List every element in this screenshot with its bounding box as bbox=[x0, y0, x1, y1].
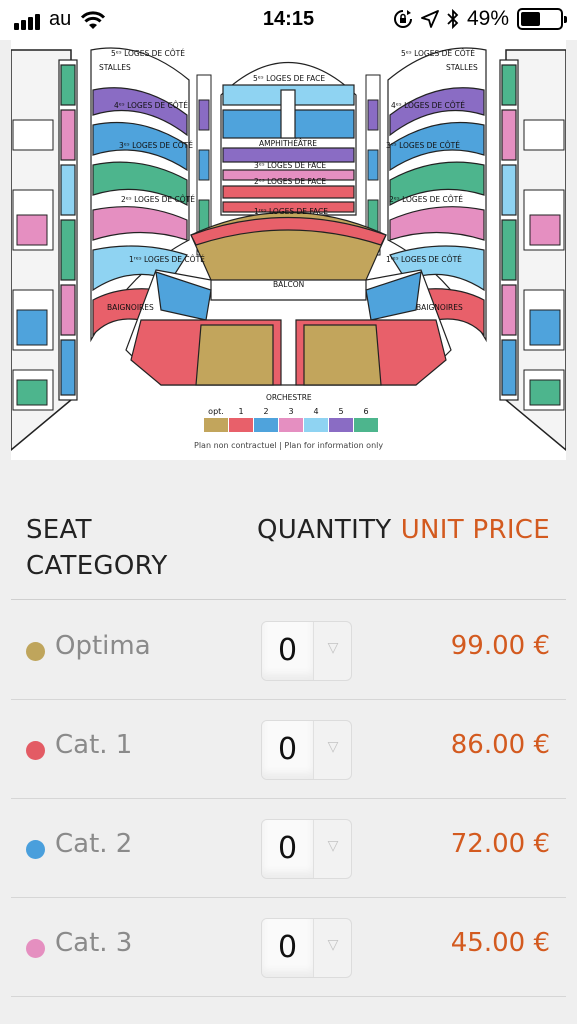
table-row: Cat. 3 0 ▽ 45.00 € bbox=[11, 898, 566, 997]
category-name: Cat. 2 bbox=[55, 829, 133, 859]
quantity-value: 0 bbox=[262, 622, 314, 680]
quantity-value: 0 bbox=[262, 721, 314, 779]
label-loges-cote-1: 1ʳᵉˢ LOGES DE CÔTÉ bbox=[129, 255, 205, 264]
legend-swatch bbox=[354, 418, 378, 432]
label-loges-cote-1-right: 1ʳᵉˢ LOGES DE CÔTÉ bbox=[386, 255, 462, 264]
header-seat-category: SEAT CATEGORY bbox=[26, 515, 168, 581]
legend-label: 2 bbox=[263, 407, 268, 416]
label-loges-cote-3: 3ᵉˢ LOGES DE CÔTÉ bbox=[119, 141, 193, 150]
unit-price: 72.00 € bbox=[450, 829, 550, 859]
rotation-lock-icon bbox=[394, 10, 412, 28]
seat-map: 5ᵉˢ LOGES DE CÔTÉ STALLES 4ᵉˢ LOGES DE C… bbox=[11, 40, 566, 460]
label-loges-cote-5-right: 5ᵉˢ LOGES DE CÔTÉ bbox=[401, 49, 475, 58]
label-loges-cote-4-right: 4ᵉˢ LOGES DE CÔTÉ bbox=[391, 101, 465, 110]
label-loges-cote-4: 4ᵉˢ LOGES DE CÔTÉ bbox=[114, 101, 188, 110]
header-quantity: QUANTITY bbox=[257, 515, 392, 545]
category-color-dot bbox=[26, 741, 45, 760]
chevron-down-icon: ▽ bbox=[327, 838, 339, 854]
chevron-down-icon: ▽ bbox=[327, 640, 339, 656]
label-loges-cote-2-right: 2ᵉˢ LOGES DE CÔTÉ bbox=[389, 195, 463, 204]
plan-disclaimer: Plan non contractuel | Plan for informat… bbox=[194, 441, 383, 450]
legend-label: 6 bbox=[363, 407, 368, 416]
legend-swatch bbox=[229, 418, 253, 432]
label-stalles-left: STALLES bbox=[99, 63, 131, 72]
quantity-select-cat-1[interactable]: 0 ▽ bbox=[261, 720, 352, 780]
category-legend: opt. 1 2 3 4 5 6 bbox=[204, 407, 378, 432]
table-row: Cat. 2 0 ▽ 72.00 € bbox=[11, 799, 566, 898]
legend-swatch bbox=[329, 418, 353, 432]
legend-label: 5 bbox=[338, 407, 343, 416]
unit-price: 86.00 € bbox=[450, 730, 550, 760]
header-unit-price: UNIT PRICE bbox=[400, 515, 550, 545]
battery-icon bbox=[517, 8, 567, 30]
legend-swatch bbox=[304, 418, 328, 432]
label-baignoires-right: BAIGNOIRES bbox=[416, 303, 463, 312]
label-loges-face-5: 5ᵉˢ LOGES DE FACE bbox=[253, 74, 325, 83]
quantity-select-cat-3[interactable]: 0 ▽ bbox=[261, 918, 352, 978]
unit-price: 99.00 € bbox=[450, 631, 550, 661]
legend-swatch bbox=[204, 418, 228, 432]
category-name: Cat. 1 bbox=[55, 730, 133, 760]
unit-price: 45.00 € bbox=[450, 928, 550, 958]
table-row: Optima 0 ▽ 99.00 € bbox=[11, 601, 566, 700]
quantity-value: 0 bbox=[262, 919, 314, 977]
battery-percentage: 49% bbox=[466, 7, 509, 30]
bluetooth-icon bbox=[447, 9, 459, 29]
chevron-down-icon: ▽ bbox=[327, 937, 339, 953]
label-loges-cote-2: 2ᵉˢ LOGES DE CÔTÉ bbox=[121, 195, 195, 204]
category-color-dot bbox=[26, 840, 45, 859]
category-name: Optima bbox=[55, 631, 151, 661]
ticket-table: SEAT CATEGORY QUANTITY UNIT PRICE Optima… bbox=[11, 460, 566, 1024]
legend-label: opt. bbox=[208, 407, 224, 416]
label-loges-face-2: 2ᵉˢ LOGES DE FACE bbox=[254, 177, 326, 186]
legend-swatch bbox=[279, 418, 303, 432]
label-loges-face-1: 1ʳᵉˢ LOGES DE FACE bbox=[254, 207, 328, 216]
label-balcon: BALCON bbox=[273, 280, 304, 289]
label-stalles-right: STALLES bbox=[446, 63, 478, 72]
quantity-select-cat-2[interactable]: 0 ▽ bbox=[261, 819, 352, 879]
legend-label: 3 bbox=[288, 407, 293, 416]
label-loges-cote-5: 5ᵉˢ LOGES DE CÔTÉ bbox=[111, 49, 185, 58]
table-header: SEAT CATEGORY QUANTITY UNIT PRICE bbox=[11, 460, 566, 600]
table-row: Cat. 1 0 ▽ 86.00 € bbox=[11, 700, 566, 799]
chevron-down-icon: ▽ bbox=[327, 739, 339, 755]
legend-swatch bbox=[254, 418, 278, 432]
legend-label: 4 bbox=[313, 407, 318, 416]
label-baignoires-left: BAIGNOIRES bbox=[107, 303, 154, 312]
legend-label: 1 bbox=[238, 407, 243, 416]
label-amphitheatre: AMPHITHÉÂTRE bbox=[259, 139, 317, 148]
label-loges-face-3: 3ᵉˢ LOGES DE FACE bbox=[254, 161, 326, 170]
label-loges-cote-3-right: 3ᵉˢ LOGES DE CÔTÉ bbox=[386, 141, 460, 150]
category-color-dot bbox=[26, 642, 45, 661]
quantity-value: 0 bbox=[262, 820, 314, 878]
location-arrow-icon bbox=[421, 10, 439, 28]
status-bar: au 14:15 49% bbox=[0, 0, 577, 40]
category-color-dot bbox=[26, 939, 45, 958]
quantity-select-optima[interactable]: 0 ▽ bbox=[261, 621, 352, 681]
label-orchestre: ORCHESTRE bbox=[266, 393, 312, 402]
category-name: Cat. 3 bbox=[55, 928, 133, 958]
